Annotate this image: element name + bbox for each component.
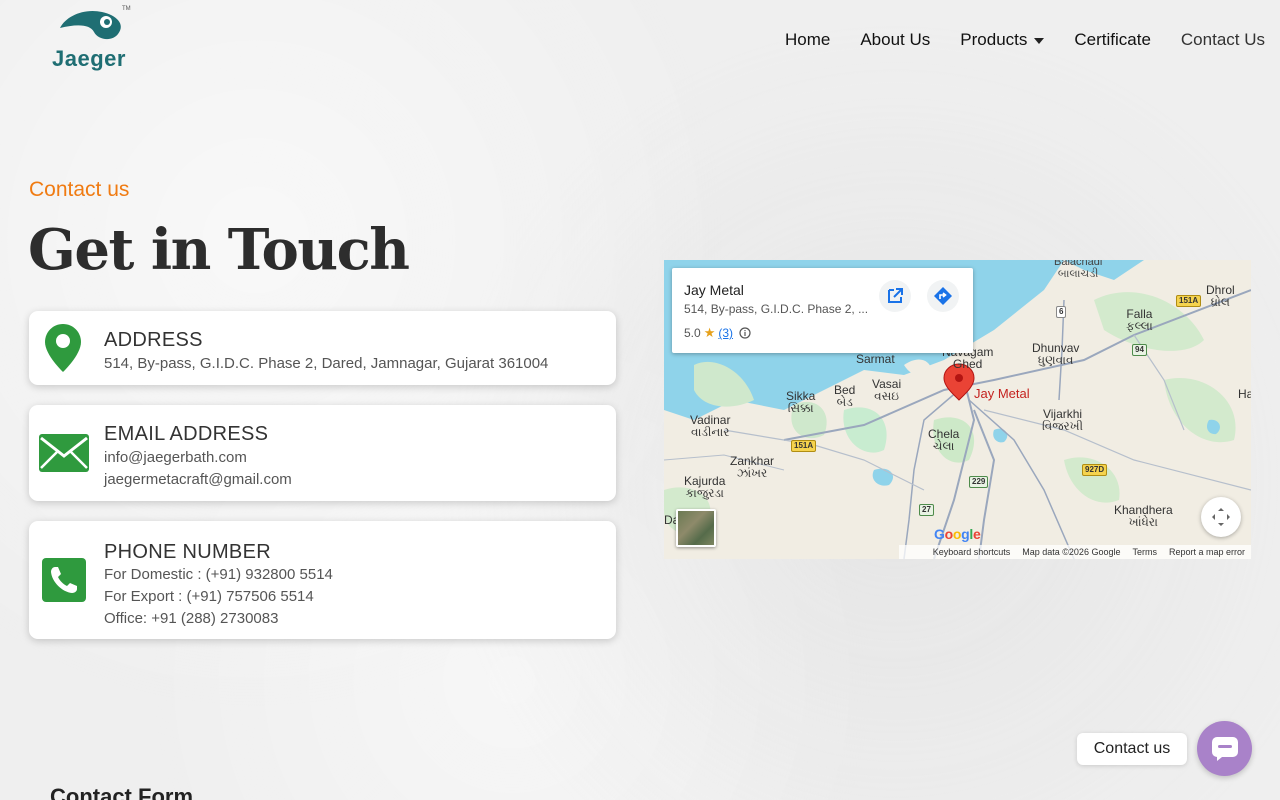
fullscreen-icon — [1212, 508, 1230, 526]
review-count-link[interactable]: (3) — [718, 326, 733, 340]
email-heading: EMAIL ADDRESS — [104, 423, 269, 445]
nav-products-label: Products — [960, 30, 1028, 49]
google-logo: Google — [934, 526, 981, 542]
road-shield-94: 94 — [1132, 344, 1147, 356]
map-place-zankhar: Zankhar ઝાંખર — [730, 454, 775, 480]
fullscreen-button[interactable] — [1201, 497, 1241, 537]
logo-mark-icon — [60, 10, 121, 40]
chevron-down-icon — [1034, 37, 1045, 44]
directions-icon — [934, 287, 952, 305]
map-pin-label[interactable]: Jay Metal — [974, 386, 1030, 401]
map-place-kajurda: Kajurda કાજુરડા — [684, 474, 726, 500]
map-place-ha: Ha — [1238, 387, 1251, 401]
address-line: 514, By-pass, G.I.D.C. Phase 2, Dared, J… — [104, 355, 549, 372]
nav-home-label: Home — [784, 30, 831, 49]
address-heading: ADDRESS — [104, 329, 203, 351]
map-place-balachadi: Balachadi બાલાચડી — [1054, 260, 1103, 280]
location-pin-icon — [45, 324, 81, 372]
section-eyebrow: Contact us — [29, 178, 130, 201]
envelope-icon — [39, 434, 89, 472]
nav-contact-label: Contact Us — [1180, 30, 1265, 49]
map-place-falla: Falla ફલ્લા — [1126, 307, 1153, 333]
phone-heading: PHONE NUMBER — [104, 541, 271, 563]
road-shield-151a-top: 151A — [1176, 295, 1202, 307]
nav-about[interactable]: About Us — [860, 30, 930, 50]
map-footer: Keyboard shortcuts Map data ©2026 Google… — [899, 545, 1251, 559]
terms-link[interactable]: Terms — [1132, 547, 1157, 557]
contact-widget-button[interactable] — [1197, 721, 1252, 776]
nav-certificate-label: Certificate — [1074, 30, 1151, 49]
map-place-dhrol: Dhrol ધ્રોલ — [1206, 283, 1235, 309]
satellite-view-toggle[interactable] — [676, 509, 716, 547]
site-logo[interactable]: TM Jaeger — [50, 6, 132, 71]
map-place-title: Jay Metal — [684, 282, 744, 298]
map-place-vasai: Vasai વસઇ — [872, 377, 902, 403]
main-nav: Home About Us Products Certificate Conta… — [755, 30, 1265, 50]
map-place-dhunvav: Dhunvav ધુણવાવ — [1032, 341, 1080, 367]
rating-value: 5.0 — [684, 326, 701, 340]
nav-products[interactable]: Products — [960, 30, 1045, 50]
road-shield-6: 6 — [1056, 306, 1067, 318]
road-shield-927d: 927D — [1082, 464, 1108, 476]
contact-form-title: Contact Form — [50, 784, 193, 800]
phone-export[interactable]: For Export : (+91) 757506 5514 — [104, 588, 314, 605]
map-place-bed: Bed બેડ — [834, 383, 856, 409]
nav-about-label: About Us — [860, 30, 931, 49]
star-icon: ★ — [703, 325, 716, 340]
map-info-card: Jay Metal 514, By-pass, G.I.D.C. Phase 2… — [672, 268, 973, 353]
open-in-maps-button[interactable] — [879, 280, 911, 312]
logo-text: Jaeger — [52, 46, 126, 71]
logo-trademark: TM — [122, 6, 131, 12]
map-place-vadinar: Vadinar વાડીનાર — [690, 413, 731, 439]
map-place-rating: 5.0 ★ (3) — [684, 325, 751, 341]
nav-home[interactable]: Home — [785, 30, 830, 50]
page-title: Get in Touch — [28, 217, 410, 283]
map-place-sikka: Sikka સિક્કા — [786, 389, 816, 415]
info-icon[interactable] — [739, 327, 751, 339]
map-place-sarmat: Sarmat — [856, 352, 895, 366]
chat-icon — [1211, 736, 1238, 761]
road-shield-27: 27 — [919, 504, 934, 516]
map-data-attribution: Map data ©2026 Google — [1022, 547, 1121, 557]
road-shield-151a-mid: 151A — [791, 440, 817, 452]
report-error-link[interactable]: Report a map error — [1169, 547, 1245, 557]
phone-domestic[interactable]: For Domestic : (+91) 932800 5514 — [104, 566, 333, 583]
email-card: EMAIL ADDRESS info@jaegerbath.com jaeger… — [29, 405, 616, 501]
nav-certificate[interactable]: Certificate — [1074, 30, 1151, 50]
map-place-khandhera: Khandhera ખાંધેરા — [1114, 503, 1173, 529]
road-shield-229: 229 — [969, 476, 989, 488]
nav-contact[interactable]: Contact Us — [1181, 30, 1265, 50]
contact-widget-bubble[interactable]: Contact us — [1077, 733, 1187, 765]
email-primary-link[interactable]: info@jaegerbath.com — [104, 449, 247, 466]
keyboard-shortcuts-link[interactable]: Keyboard shortcuts — [933, 547, 1011, 557]
open-external-icon — [888, 288, 903, 303]
phone-office[interactable]: Office: +91 (288) 2730083 — [104, 610, 278, 627]
address-card: ADDRESS 514, By-pass, G.I.D.C. Phase 2, … — [29, 311, 616, 385]
directions-button[interactable] — [927, 280, 959, 312]
google-map[interactable]: Balachadi બાલાચડી Dhrol ધ્રોલ Falla ફલ્લા S… — [664, 260, 1251, 559]
email-secondary-link[interactable]: jaegermetacraft@gmail.com — [104, 471, 292, 488]
phone-card: PHONE NUMBER For Domestic : (+91) 932800… — [29, 521, 616, 639]
phone-icon — [42, 558, 86, 602]
map-place-chela: Chela ચેલા — [928, 427, 960, 453]
map-place-vijarkhi: Vijarkhi વિજરખી — [1042, 407, 1084, 433]
map-place-address: 514, By-pass, G.I.D.C. Phase 2, ... — [684, 302, 869, 316]
